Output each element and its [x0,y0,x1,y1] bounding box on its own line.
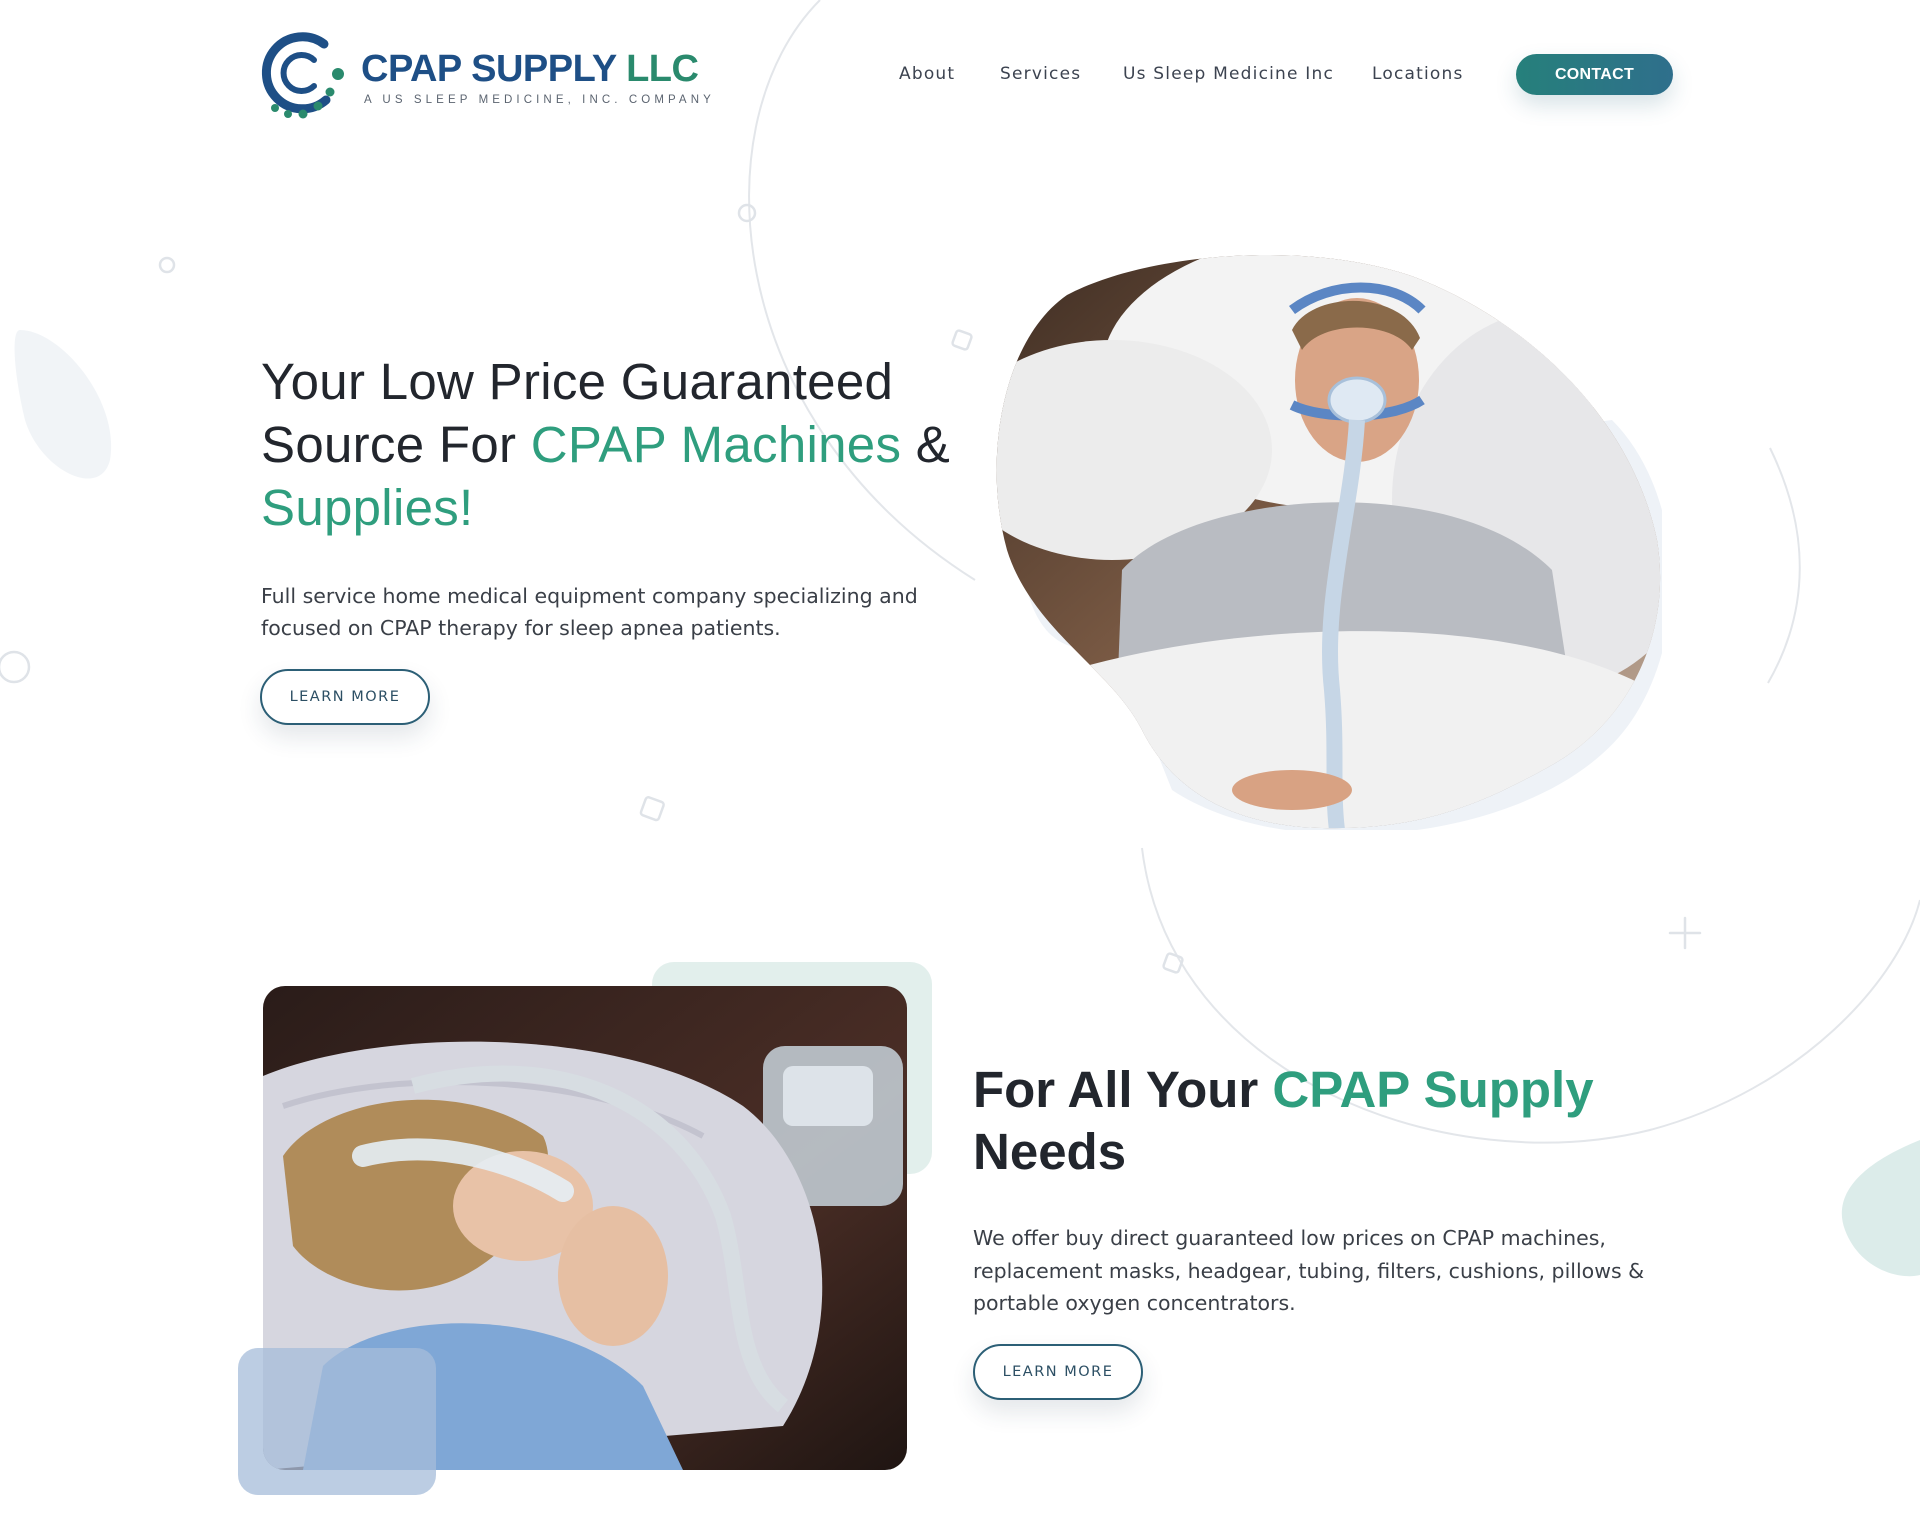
hero-heading-accent: Supplies! [261,479,474,536]
hero-heading-text: Source For [261,416,531,473]
supply-heading-text: For All Your [973,1061,1273,1118]
hero-heading-accent: CPAP Machines [530,416,902,473]
nav-item-us-sleep-medicine[interactable]: Us Sleep Medicine Inc [1123,64,1334,84]
nav-item-locations[interactable]: Locations [1372,64,1464,84]
decorative-panel [238,1348,436,1495]
hero-heading-text: & [901,416,951,473]
brand-name-main: CPAP SUPPLY [361,48,617,90]
hero-learn-more-button[interactable]: LEARN MORE [260,669,430,725]
nav-item-services[interactable]: Services [1000,64,1081,84]
supply-heading: For All Your CPAP Supply Needs [973,1059,1613,1183]
brand-name: CPAP SUPPLY LLC [361,48,699,91]
cpap-logo-icon [261,32,344,119]
hero-heading-line1: Your Low Price Guaranteed [261,353,894,410]
supply-heading-accent: CPAP Supply [1272,1061,1594,1118]
brand-name-suffix: LLC [626,48,699,90]
contact-button[interactable]: CONTACT [1516,54,1673,95]
nav-item-about[interactable]: About [899,64,955,84]
supply-heading-text: Needs [973,1123,1127,1180]
hero-heading: Your Low Price Guaranteed Source For CPA… [261,350,961,539]
site-header: CPAP SUPPLY LLC A US SLEEP MEDICINE, INC… [0,0,1920,150]
site-logo[interactable]: CPAP SUPPLY LLC A US SLEEP MEDICINE, INC… [254,26,711,126]
brand-tagline: A US SLEEP MEDICINE, INC. COMPANY [364,94,715,106]
man-sleeping-with-cpap-mask-photo [996,254,1661,829]
supply-description: We offer buy direct guaranteed low price… [973,1226,1645,1315]
supply-learn-more-button[interactable]: LEARN MORE [973,1344,1143,1400]
hero-photo [996,254,1662,830]
hero-description: Full service home medical equipment comp… [261,584,918,640]
